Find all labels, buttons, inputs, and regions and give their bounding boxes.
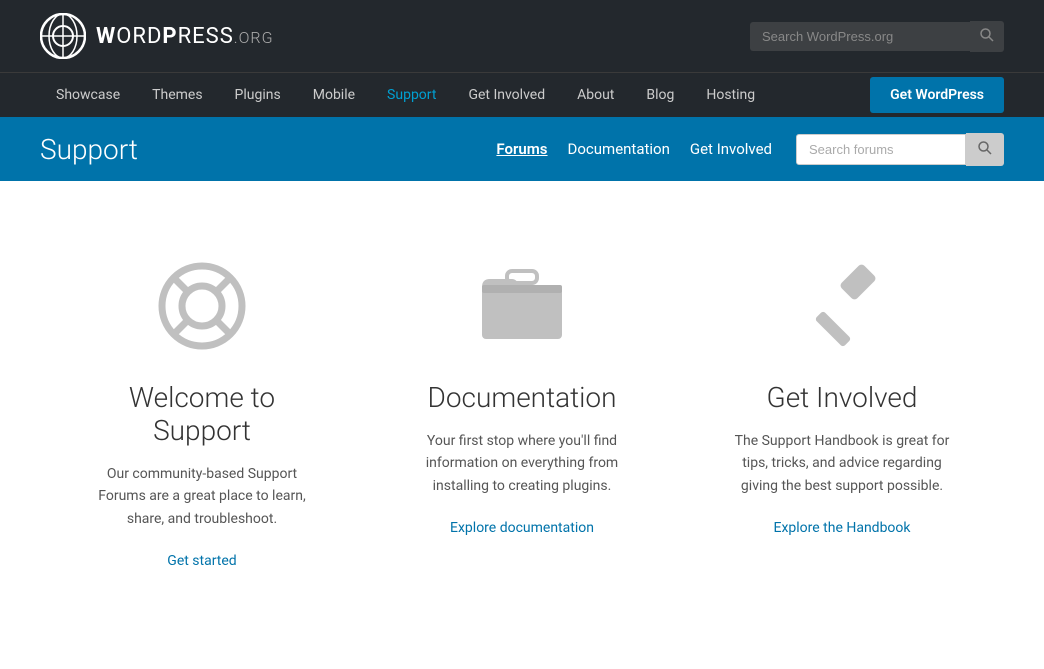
main-content: Welcome to Support Our community-based S…: [0, 181, 1044, 669]
card-documentation-desc: Your first stop where you'll find inform…: [402, 430, 642, 497]
forum-search-button[interactable]: [966, 133, 1004, 166]
logo[interactable]: WORDPRESS.org: [40, 13, 274, 59]
lifesaver-svg: [157, 261, 247, 351]
folder-svg: [477, 269, 567, 344]
hammer-icon: [797, 261, 887, 351]
forum-search-icon: [978, 141, 992, 155]
feature-card-get-involved: Get Involved The Support Handbook is gre…: [682, 241, 1002, 589]
feature-card-documentation: Documentation Your first stop where you'…: [362, 241, 682, 589]
nav-item-about[interactable]: About: [561, 73, 630, 117]
top-bar: WORDPRESS.org: [0, 0, 1044, 72]
card-get-involved-title: Get Involved: [722, 381, 962, 414]
support-nav-area: Forums Documentation Get Involved: [496, 133, 1004, 166]
support-nav-documentation[interactable]: Documentation: [568, 136, 670, 162]
top-search-button[interactable]: [970, 21, 1004, 52]
card-support-title: Welcome to Support: [82, 381, 322, 447]
nav-item-blog[interactable]: Blog: [630, 73, 690, 117]
feature-card-support: Welcome to Support Our community-based S…: [42, 241, 362, 589]
nav-item-hosting[interactable]: Hosting: [690, 73, 771, 117]
card-get-involved-link[interactable]: Explore the Handbook: [773, 520, 910, 536]
card-documentation-link[interactable]: Explore documentation: [450, 520, 594, 536]
lifesaver-icon: [157, 261, 247, 351]
get-wordpress-button[interactable]: Get WordPress: [870, 77, 1004, 113]
card-support-desc: Our community-based Support Forums are a…: [82, 463, 322, 530]
card-documentation-title: Documentation: [402, 381, 642, 414]
card-support-link[interactable]: Get started: [167, 553, 236, 569]
search-icon: [980, 28, 994, 42]
forum-search-area: [796, 133, 1004, 166]
nav-item-support[interactable]: Support: [371, 73, 452, 117]
support-nav: Forums Documentation Get Involved: [496, 136, 772, 162]
main-nav: Showcase Themes Plugins Mobile Support G…: [0, 72, 1044, 117]
nav-item-themes[interactable]: Themes: [136, 73, 218, 117]
top-search-area: [750, 21, 1004, 52]
support-nav-forums[interactable]: Forums: [496, 136, 547, 162]
support-title: Support: [40, 133, 138, 166]
content-inner: Welcome to Support Our community-based S…: [42, 241, 1002, 589]
forum-search-input[interactable]: [796, 134, 966, 165]
support-bar: Support Forums Documentation Get Involve…: [0, 117, 1044, 181]
logo-text: WORDPRESS.org: [96, 24, 274, 49]
hammer-svg: [797, 261, 887, 351]
nav-item-get-involved[interactable]: Get Involved: [452, 73, 561, 117]
nav-links: Showcase Themes Plugins Mobile Support G…: [40, 73, 771, 117]
top-search-input[interactable]: [750, 22, 970, 51]
support-nav-get-involved[interactable]: Get Involved: [690, 136, 772, 162]
nav-item-plugins[interactable]: Plugins: [219, 73, 297, 117]
nav-item-showcase[interactable]: Showcase: [40, 73, 136, 117]
nav-item-mobile[interactable]: Mobile: [297, 73, 371, 117]
folder-icon: [477, 261, 567, 351]
card-get-involved-desc: The Support Handbook is great for tips, …: [722, 430, 962, 497]
wordpress-logo-icon: [40, 13, 86, 59]
